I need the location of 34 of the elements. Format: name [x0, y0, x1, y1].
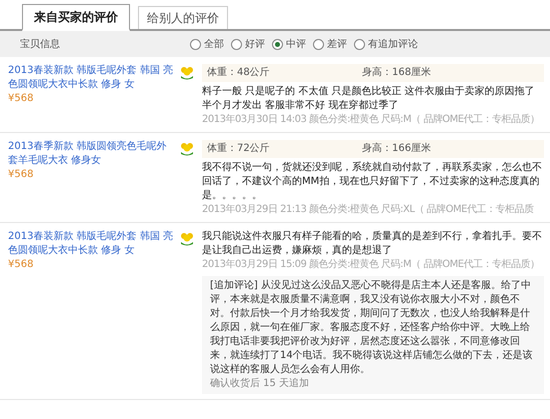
- height-text: 身高：166厘米: [362, 142, 432, 156]
- radio-option[interactable]: 全部: [190, 36, 224, 52]
- review-text: 我不得不说一句，货就还没到呢，系统就自动付款了，再联系卖家，怎么也不回话了，不建议个高的MM拍，现在也只好留下了，不过卖家的这种态度真的是。。。。。: [202, 161, 543, 203]
- height-text: 身高：168厘米: [362, 66, 432, 80]
- flower-icon: [180, 142, 194, 156]
- price: ¥568: [8, 92, 34, 106]
- review-meta: 2013年03月29日 15:09 颜色分类:橙黄色 尺码:M（ 品牌OME代工：专柜品质）: [202, 258, 541, 272]
- flower-icon: [180, 232, 194, 246]
- tab[interactable]: 给别人的评价: [138, 6, 228, 29]
- weight-text: 体重：48公斤: [207, 66, 271, 80]
- column-label: 宝贝信息: [20, 38, 61, 52]
- review-text: 我只能说这件衣服只有样子能看的哈，质量真的是差到不行，拿着扎手。要不是让我自己出运费，嫌麻烦，真的是想退了: [202, 230, 543, 258]
- radio-button[interactable]: [313, 38, 324, 50]
- review-meta: 2013年03月30日 14:03 颜色分类:橙黄色 尺码:M（ 品牌OME代工：专柜品质）: [202, 113, 541, 127]
- price: ¥568: [8, 168, 34, 182]
- radio-button[interactable]: [190, 38, 201, 50]
- radio-option[interactable]: 中评: [272, 36, 306, 52]
- review-meta: 2013年03月29日 21:13 颜色分类:橙黄色 尺码:XL（ 品牌OME代工：专柜品质: [202, 203, 535, 217]
- radio-button[interactable]: [272, 38, 283, 50]
- radio-button[interactable]: [354, 38, 365, 50]
- product-link[interactable]: 2013春装新款 韩版毛呢外套 韩国 亮色圆领呢大衣中长款 修身 女: [8, 230, 174, 258]
- followup-text: [追加评论] 从没见过这么没品又恶心不晓得是店主本人还是客服。给了中评，本来就是衣服质量不满意啊，我又没有说你衣服大小不对，颜色不对。付款后快一个月才给我发货，期间问了无数次，也没人给我解释是什么原因，就一句在催厂家。客服态度不好，还怪客户给你中评。大晚上给我打电话非要我把评价改为好评，居然态度还这么嚣张，不同意修改回来，就连续打了14个电话。我不晓得该说这样店铺怎么做的下去，还是该说这样的客服人员怎么会有人用你。: [210, 279, 534, 377]
- review-text: 料子一般 只是呢子的 不太值 只是颜色比较正 这件衣服由于卖家的原因拖了半个月才发出 客服非常不好 现在穿都过季了: [202, 85, 536, 113]
- product-link[interactable]: 2013春季新款 韩版圆领亮色毛呢外套羊毛呢大衣 修身女: [8, 140, 174, 168]
- price: ¥568: [8, 258, 34, 272]
- tab[interactable]: 来自买家的评价: [22, 4, 130, 31]
- weight-text: 体重：72公斤: [207, 142, 271, 156]
- product-link[interactable]: 2013春装新款 韩版毛呢外套 韩国 亮色圆领呢大衣中长款 修身 女: [8, 64, 174, 92]
- flower-icon: [180, 66, 194, 80]
- followup-note: 确认收货后 15 天追加: [210, 377, 310, 391]
- radio-option[interactable]: 有追加评论: [354, 36, 418, 52]
- radio-option[interactable]: 差评: [313, 36, 347, 52]
- radio-button[interactable]: [231, 38, 242, 50]
- radio-option[interactable]: 好评: [231, 36, 265, 52]
